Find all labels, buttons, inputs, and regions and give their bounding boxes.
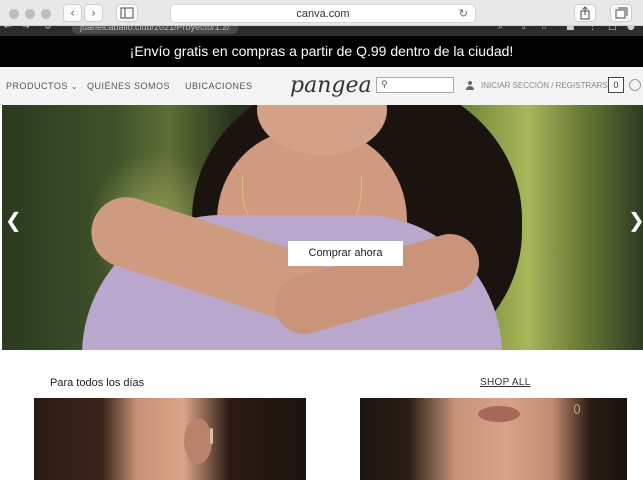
loading-spinner-icon bbox=[629, 79, 641, 91]
search-input[interactable]: ⚲ bbox=[376, 77, 454, 93]
product-card-ear-cuff[interactable] bbox=[34, 398, 306, 480]
product-image-lips bbox=[478, 406, 520, 422]
login-register-link[interactable]: INICIAR SECCIÓN / REGISTRARSE bbox=[481, 67, 613, 105]
inner-reload-icon[interactable]: ↻ bbox=[44, 26, 52, 32]
search-icon[interactable]: ⚲ bbox=[381, 78, 388, 92]
inner-forward-icon[interactable]: → bbox=[22, 26, 30, 32]
user-icon[interactable] bbox=[465, 81, 475, 91]
chevron-left-icon: ‹ bbox=[70, 6, 75, 20]
nav-products-label: PRODUCTOS bbox=[6, 81, 68, 91]
section-title: Para todos los días bbox=[50, 377, 145, 389]
sidebar-icon bbox=[120, 7, 134, 19]
product-image-ear bbox=[184, 418, 212, 464]
nav-about[interactable]: QUIÉNES SOMOS bbox=[87, 67, 170, 105]
back-button[interactable]: ‹ bbox=[63, 4, 82, 22]
window-close-button[interactable] bbox=[9, 9, 19, 19]
nav-locations[interactable]: UBICACIONES bbox=[185, 67, 253, 105]
tabs-icon bbox=[615, 7, 628, 19]
inner-search-icon[interactable]: ⌕ bbox=[498, 26, 503, 32]
cart-count-badge[interactable]: 0 bbox=[608, 77, 624, 93]
inner-back-icon[interactable]: ← bbox=[4, 26, 12, 32]
carousel-prev-icon[interactable]: ❮ bbox=[5, 205, 22, 235]
window-minimize-button[interactable] bbox=[25, 9, 35, 19]
tabs-overview-button[interactable] bbox=[610, 4, 632, 22]
nav-products[interactable]: PRODUCTOS ⌄ bbox=[6, 67, 78, 106]
site-navigation: PRODUCTOS ⌄ QUIÉNES SOMOS UBICACIONES pa… bbox=[0, 67, 643, 105]
sidebar-toggle-button[interactable] bbox=[116, 4, 138, 22]
shop-all-link[interactable]: SHOP ALL bbox=[480, 377, 531, 388]
inner-extension-icon[interactable]: ■ bbox=[566, 26, 575, 32]
reload-icon[interactable]: ↻ bbox=[459, 5, 468, 23]
window-zoom-button[interactable] bbox=[41, 9, 51, 19]
share-icon bbox=[580, 6, 590, 20]
address-bar[interactable]: canva.com ↻ bbox=[170, 4, 476, 23]
share-button[interactable] bbox=[574, 4, 596, 22]
forward-button[interactable]: › bbox=[84, 4, 103, 22]
promo-banner: ¡Envío gratis en compras a partir de Q.9… bbox=[0, 36, 643, 67]
inner-address-bar[interactable]: juaneicaballo.club/2021/Proyecto/1.2/ bbox=[72, 26, 238, 34]
shop-now-button[interactable]: Comprar ahora bbox=[288, 241, 403, 266]
promo-text: ¡Envío gratis en compras a partir de Q.9… bbox=[129, 43, 514, 59]
hero-carousel: Comprar ahora ❮ ❯ bbox=[2, 105, 643, 350]
inner-window-icon[interactable]: □ bbox=[608, 26, 617, 32]
inner-menu-icon[interactable]: ⋮ bbox=[588, 26, 597, 32]
inner-share-icon[interactable]: ⇧ bbox=[520, 26, 528, 32]
site-logo[interactable]: pangea bbox=[290, 69, 372, 103]
chevron-right-icon: › bbox=[91, 6, 96, 20]
address-url: canva.com bbox=[296, 8, 350, 20]
carousel-next-icon[interactable]: ❯ bbox=[628, 205, 643, 235]
safari-toolbar: ‹ › canva.com ↻ bbox=[0, 0, 643, 26]
product-card-earring[interactable] bbox=[360, 398, 627, 480]
ear-cuff-detail bbox=[210, 428, 213, 444]
inner-profile-icon[interactable]: ● bbox=[627, 26, 635, 32]
inner-star-icon[interactable]: ☆ bbox=[540, 26, 548, 32]
earring-detail bbox=[574, 404, 580, 414]
chevron-down-icon: ⌄ bbox=[70, 82, 79, 91]
inner-browser-toolbar: ← → ↻ juaneicaballo.club/2021/Proyecto/1… bbox=[0, 26, 643, 36]
